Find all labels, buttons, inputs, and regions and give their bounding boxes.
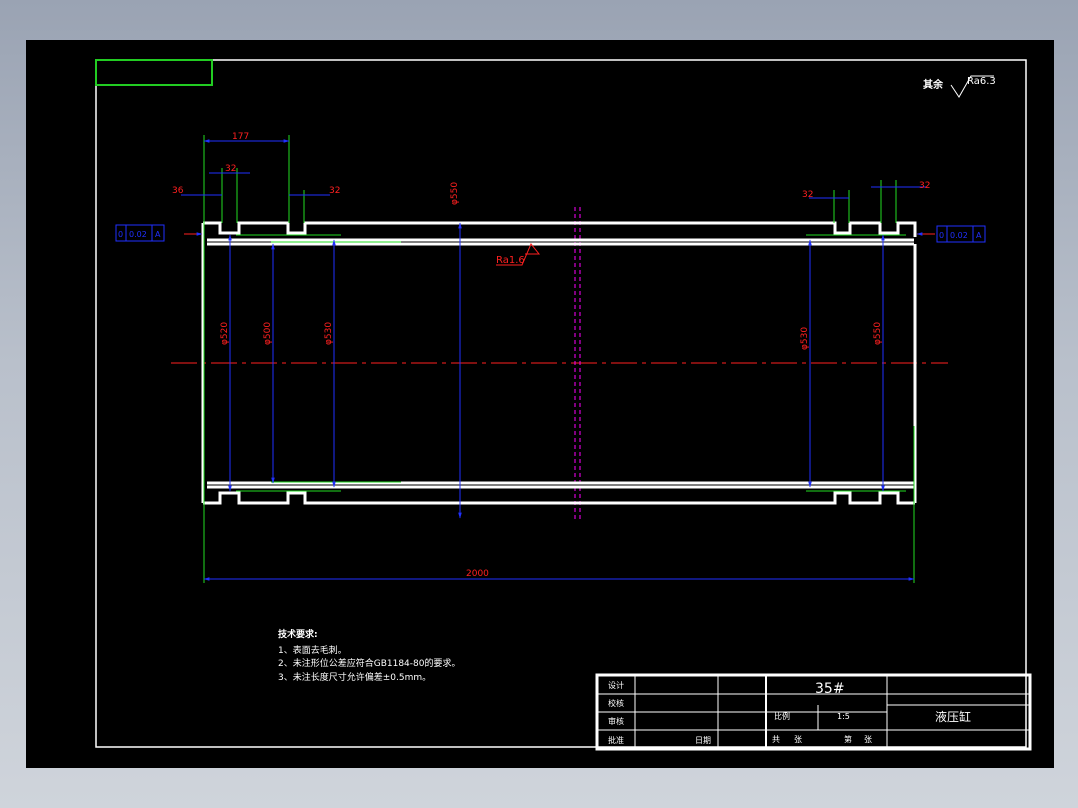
tb-review: 审核 — [608, 716, 624, 726]
dim-dia-l3: φ530 — [324, 322, 334, 345]
tb-total-label: 共 — [772, 735, 780, 744]
tech-line-1: 1、表面去毛刺。 — [278, 644, 347, 656]
tol-right-symbol: 0 — [939, 231, 944, 240]
dim-outer-dia: φ550 — [450, 182, 460, 205]
roughness-label: 其余 — [923, 78, 944, 91]
tb-sheet-label: 张 — [794, 735, 802, 744]
tb-part-name: 液压缸 — [935, 709, 971, 724]
dim-right-left-groove: 32 — [802, 190, 813, 200]
tb-date: 日期 — [695, 736, 711, 745]
tb-check: 校核 — [608, 698, 624, 708]
tol-left-symbol: 0 — [118, 230, 123, 239]
extension-lines — [203, 135, 915, 583]
dim-dia-l1: φ520 — [220, 322, 230, 345]
tech-title: 技术要求: — [278, 628, 318, 640]
roughness-value: Ra6.3 — [967, 76, 996, 87]
dim-dia-l2: φ500 — [263, 322, 273, 345]
tol-left-datum: A — [155, 230, 161, 239]
tb-scale-value: 1:5 — [837, 712, 850, 721]
dim-length: 2000 — [466, 569, 489, 579]
tb-scale-label: 比例 — [774, 711, 790, 721]
tb-page-label: 第 — [844, 734, 852, 744]
roughness-symbol: 其余 Ra6.3 — [923, 75, 996, 98]
code-box — [95, 59, 213, 86]
tb-design: 设计 — [608, 680, 624, 690]
tech-line-3: 3、未注长度尺寸允许偏差±0.5mm。 — [278, 671, 431, 683]
title-block: 设计 校核 审核 批准 日期 35# 比例 1:5 液压缸 共 张 第 张 — [595, 673, 1032, 751]
inner-roughness: Ra1.6 — [496, 243, 541, 266]
cad-drawing: 其余 Ra6.3 177 32 36 32 32 32 2000 φ550 φ5… — [95, 59, 1032, 751]
dim-left-mid-groove: 32 — [329, 186, 340, 196]
dim-left-groove: 32 — [225, 164, 236, 174]
tol-left-value: 0.02 — [129, 230, 147, 239]
tech-requirements: 技术要求: 1、表面去毛刺。 2、未注形位公差应符合GB1184-80的要求。 … — [278, 628, 460, 683]
tolerance-frame-right: 0 0.02 A — [916, 225, 986, 243]
drawing-sheet: 其余 Ra6.3 177 32 36 32 32 32 2000 φ550 φ5… — [26, 40, 1054, 768]
dim-top-span: 177 — [232, 132, 249, 142]
inner-roughness-value: Ra1.6 — [496, 255, 525, 266]
tb-material: 35# — [815, 681, 845, 697]
dim-dia-r2: φ550 — [873, 322, 883, 345]
dimension-lines — [181, 139, 926, 581]
dim-left-offset: 36 — [172, 186, 184, 196]
tb-approve: 批准 — [608, 735, 624, 745]
dim-right-groove: 32 — [919, 181, 930, 191]
tb-page-sheet-label: 张 — [864, 735, 872, 744]
tolerance-frame-left: 0 0.02 A — [115, 224, 203, 242]
dim-dia-r1: φ530 — [800, 327, 810, 350]
tol-right-value: 0.02 — [950, 231, 968, 240]
tol-right-datum: A — [976, 231, 982, 240]
tech-line-2: 2、未注形位公差应符合GB1184-80的要求。 — [278, 657, 460, 669]
